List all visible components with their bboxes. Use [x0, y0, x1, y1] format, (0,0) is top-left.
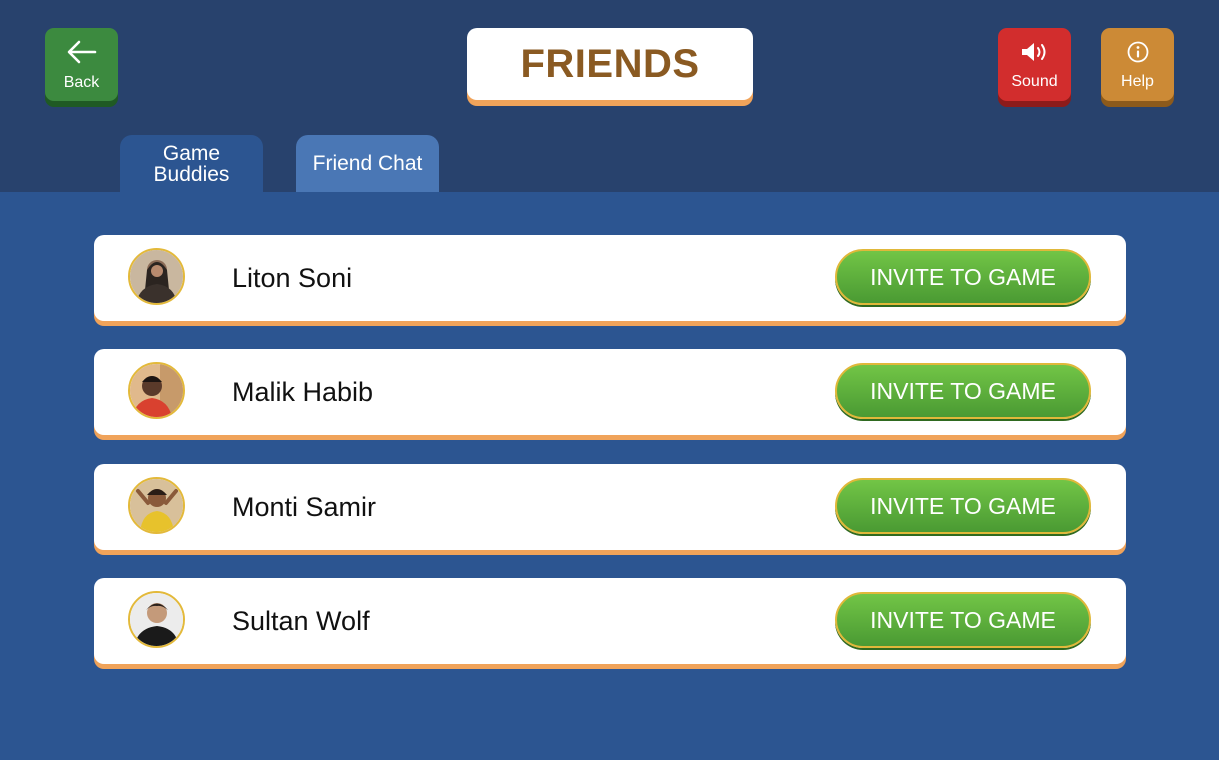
avatar — [128, 248, 185, 305]
tab-friend-chat[interactable]: Friend Chat — [296, 135, 439, 192]
avatar — [128, 362, 185, 419]
tab-game-buddies-label: Game Buddies — [153, 141, 230, 186]
friend-row: Sultan Wolf INVITE TO GAME — [94, 578, 1126, 664]
page-title: FRIENDS — [520, 41, 700, 86]
friend-name: Monti Samir — [232, 492, 377, 522]
sound-label: Sound — [1011, 73, 1058, 90]
arrow-left-icon — [65, 39, 99, 70]
avatar — [128, 591, 185, 648]
invite-to-game-button[interactable]: INVITE TO GAME — [835, 363, 1091, 419]
help-label: Help — [1121, 73, 1154, 90]
tab-game-buddies[interactable]: Game Buddies — [120, 135, 263, 192]
friend-row: Malik Habib INVITE TO GAME — [94, 349, 1126, 435]
tab-friend-chat-label: Friend Chat — [312, 152, 423, 175]
back-label: Back — [63, 74, 100, 91]
invite-to-game-button[interactable]: INVITE TO GAME — [835, 478, 1091, 534]
invite-to-game-button[interactable]: INVITE TO GAME — [835, 592, 1091, 648]
friend-name: Malik Habib — [232, 377, 374, 407]
friend-row: Liton Soni INVITE TO GAME — [94, 235, 1126, 321]
avatar — [128, 477, 185, 534]
sound-button[interactable]: Sound — [998, 28, 1071, 101]
speaker-icon — [1018, 40, 1052, 69]
info-icon — [1125, 40, 1151, 69]
back-button[interactable]: Back — [45, 28, 118, 101]
invite-to-game-button[interactable]: INVITE TO GAME — [835, 249, 1091, 305]
friend-row: Monti Samir INVITE TO GAME — [94, 464, 1126, 550]
friend-name: Sultan Wolf — [232, 606, 370, 636]
help-button[interactable]: Help — [1101, 28, 1174, 101]
friend-name: Liton Soni — [232, 263, 353, 293]
page-title-banner: FRIENDS — [467, 28, 753, 100]
